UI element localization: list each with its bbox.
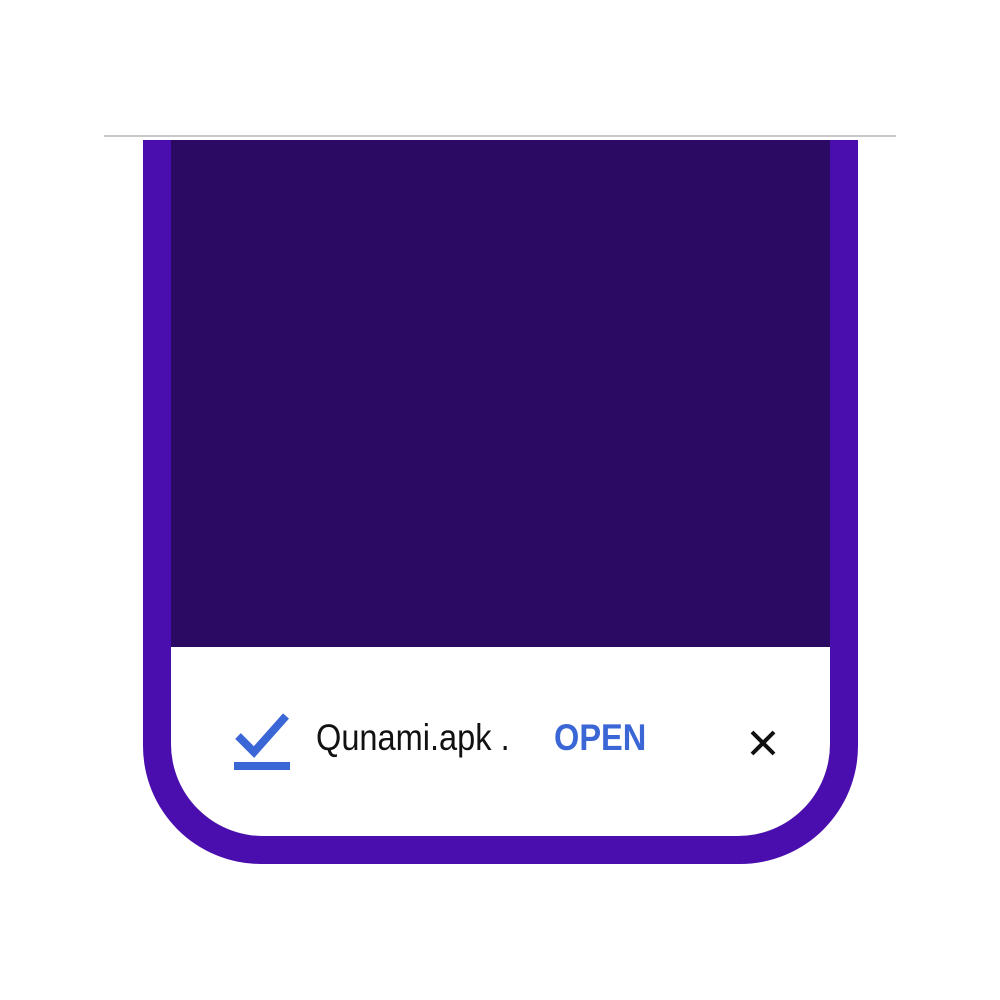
download-complete-check-icon bbox=[234, 713, 290, 770]
download-notification-bar: Qunami.apk . OPEN bbox=[171, 647, 830, 836]
phone-screen: Qunami.apk . OPEN bbox=[171, 140, 830, 836]
top-divider bbox=[104, 135, 896, 137]
underline-bar bbox=[234, 762, 290, 770]
open-button[interactable]: OPEN bbox=[554, 717, 646, 759]
screen-content-area bbox=[171, 140, 830, 647]
downloaded-file-name: Qunami.apk . bbox=[316, 717, 510, 758]
check-mark bbox=[235, 713, 289, 758]
phone-frame: Qunami.apk . OPEN bbox=[143, 140, 858, 864]
close-icon[interactable] bbox=[749, 729, 777, 757]
app-stage: Qunami.apk . OPEN bbox=[0, 0, 1000, 1000]
